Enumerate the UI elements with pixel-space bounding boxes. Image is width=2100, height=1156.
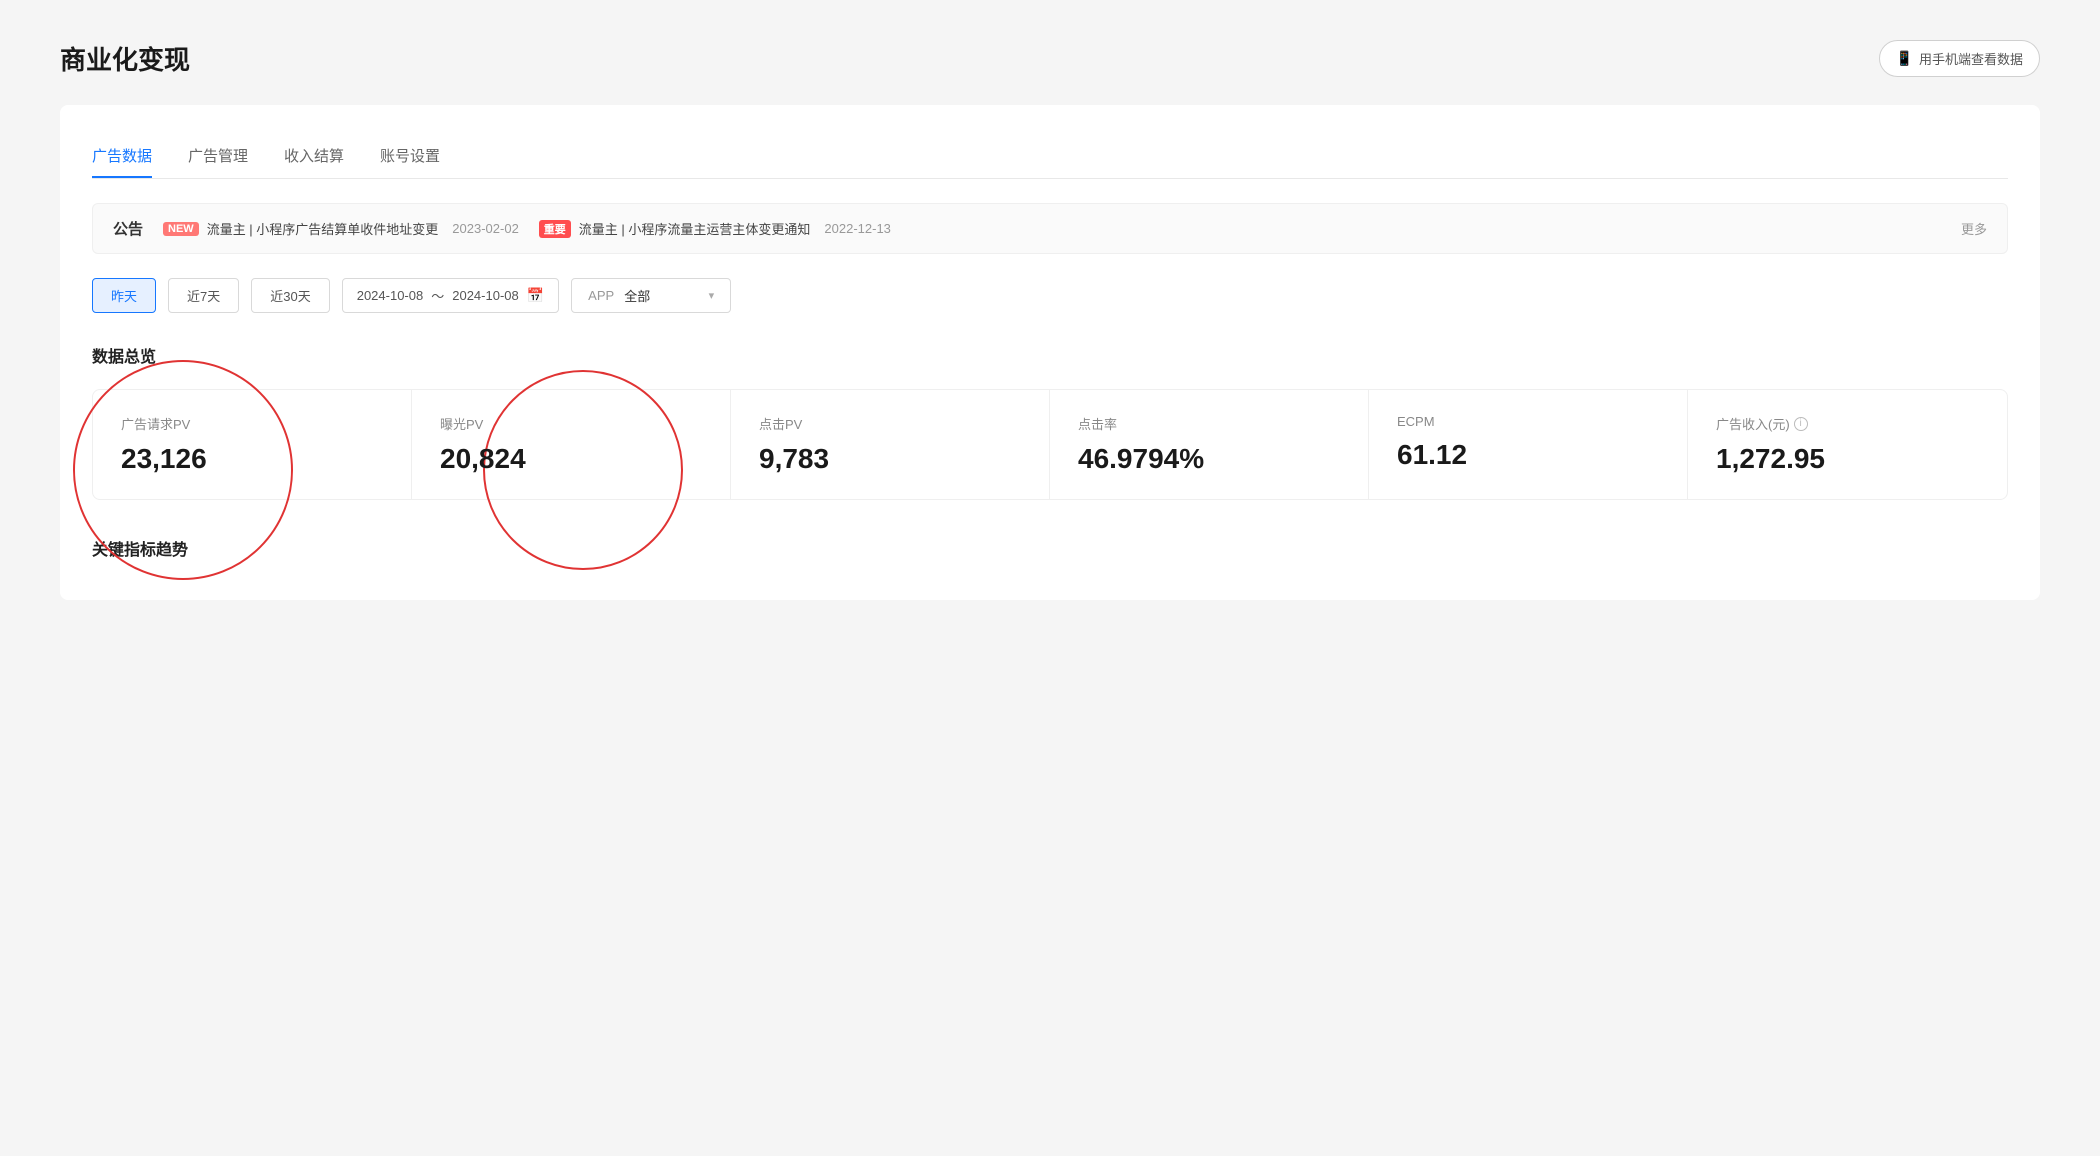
page-header: 商业化变现 📱 用手机端查看数据 (60, 40, 2040, 77)
stat-card-ad-request-pv: 广告请求PV 23,126 (93, 390, 412, 499)
stat-card-click-rate: 点击率 46.9794% (1050, 390, 1369, 499)
stat-value-ad-revenue: 1,272.95 (1716, 443, 1979, 475)
app-value: 全部 (624, 286, 698, 305)
stat-value-ecpm: 61.12 (1397, 439, 1659, 471)
tabs-bar: 广告数据 广告管理 收入结算 账号设置 (92, 133, 2008, 179)
time-btn-30days[interactable]: 近30天 (251, 278, 329, 313)
announcement-label: 公告 (113, 218, 143, 239)
app-label: APP (588, 288, 614, 303)
calendar-icon: 📅 (527, 287, 544, 304)
announcement-text-2: 流量主 | 小程序流量主运营主体变更通知 (579, 219, 811, 238)
stats-section-title: 数据总览 (92, 343, 2008, 367)
app-selector[interactable]: APP 全部 ▾ (571, 278, 731, 313)
date-separator: ～ (431, 286, 444, 305)
date-end: 2024-10-08 (452, 288, 519, 303)
mobile-view-label: 用手机端查看数据 (1919, 49, 2023, 68)
stat-card-ecpm: ECPM 61.12 (1369, 390, 1688, 499)
key-trends-title: 关键指标趋势 (92, 536, 2008, 560)
stat-value-ad-request: 23,126 (121, 443, 383, 475)
page-wrapper: 商业化变现 📱 用手机端查看数据 广告数据 广告管理 收入结算 账号设置 公告 … (0, 0, 2100, 1156)
stat-label-ad-revenue: 广告收入(元) i (1716, 414, 1979, 433)
page-title: 商业化变现 (60, 40, 190, 77)
phone-icon: 📱 (1896, 50, 1913, 67)
badge-new: NEW (163, 222, 199, 236)
date-start: 2024-10-08 (357, 288, 424, 303)
announcement-date-1: 2023-02-02 (452, 221, 519, 236)
mobile-view-button[interactable]: 📱 用手机端查看数据 (1879, 40, 2040, 77)
date-range-picker[interactable]: 2024-10-08 ～ 2024-10-08 📅 (342, 278, 559, 313)
stats-section: 数据总览 广告请求PV 23,126 曝光PV (92, 343, 2008, 500)
stat-card-click-pv: 点击PV 9,783 (731, 390, 1050, 499)
badge-important: 重要 (539, 220, 571, 238)
stat-card-ad-revenue: 广告收入(元) i 1,272.95 (1688, 390, 2007, 499)
stats-grid: 广告请求PV 23,126 曝光PV 20,824 点击PV (92, 389, 2008, 500)
tab-account[interactable]: 账号设置 (380, 133, 440, 178)
time-btn-yesterday[interactable]: 昨天 (92, 278, 156, 313)
announcement-text-1: 流量主 | 小程序广告结算单收件地址变更 (207, 219, 439, 238)
tab-ad-manage[interactable]: 广告管理 (188, 133, 248, 178)
tab-ad-data[interactable]: 广告数据 (92, 133, 152, 178)
stat-label-ad-request: 广告请求PV (121, 414, 383, 433)
chevron-down-icon: ▾ (709, 289, 715, 302)
announcement-more[interactable]: 更多 (1961, 219, 1987, 238)
stat-value-impression: 20,824 (440, 443, 702, 475)
stat-label-impression: 曝光PV (440, 414, 702, 433)
announcement-bar: 公告 NEW 流量主 | 小程序广告结算单收件地址变更 2023-02-02 重… (92, 203, 2008, 254)
stat-label-click: 点击PV (759, 414, 1021, 433)
tab-income[interactable]: 收入结算 (284, 133, 344, 178)
stat-value-click: 9,783 (759, 443, 1021, 475)
info-icon[interactable]: i (1794, 417, 1808, 431)
main-content: 广告数据 广告管理 收入结算 账号设置 公告 NEW 流量主 | 小程序广告结算… (60, 105, 2040, 600)
stat-value-click-rate: 46.9794% (1078, 443, 1340, 475)
announcement-item-2: 重要 流量主 | 小程序流量主运营主体变更通知 2022-12-13 (539, 219, 891, 238)
filter-row: 昨天 近7天 近30天 2024-10-08 ～ 2024-10-08 📅 AP… (92, 278, 2008, 313)
stat-label-ecpm: ECPM (1397, 414, 1659, 429)
time-btn-7days[interactable]: 近7天 (168, 278, 239, 313)
stat-label-click-rate: 点击率 (1078, 414, 1340, 433)
announcement-item-1: NEW 流量主 | 小程序广告结算单收件地址变更 2023-02-02 (163, 219, 519, 238)
stat-card-impression-pv: 曝光PV 20,824 (412, 390, 731, 499)
announcement-date-2: 2022-12-13 (824, 221, 891, 236)
